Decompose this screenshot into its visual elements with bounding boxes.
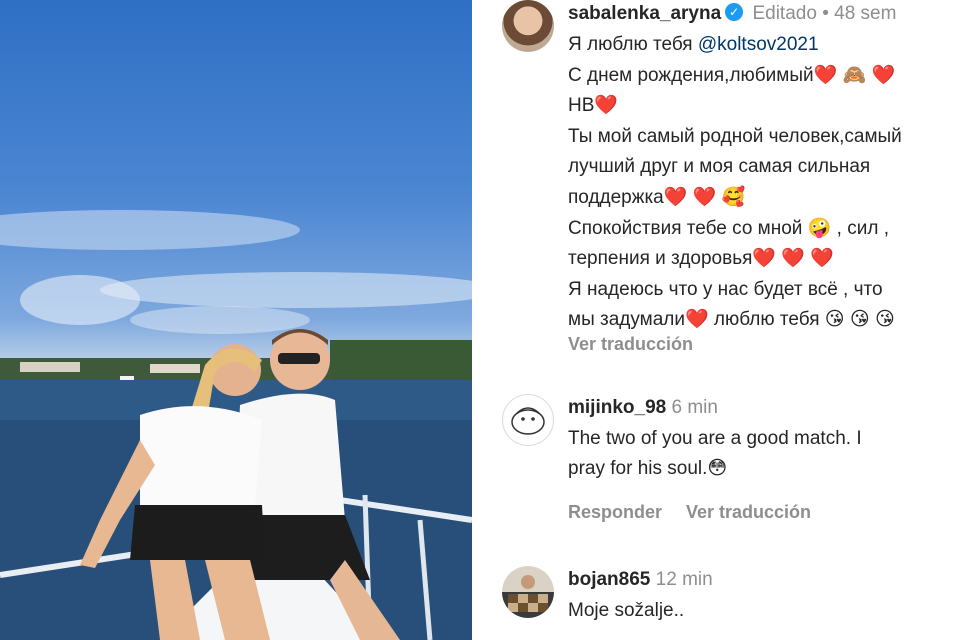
caption-text: Я люблю тебя <box>568 34 698 55</box>
caption-text: мы задумали <box>568 309 685 331</box>
heart-emoji: ❤️ <box>752 248 777 270</box>
commenter-avatar[interactable] <box>502 566 554 618</box>
heart-emoji: ❤️ <box>810 248 834 270</box>
caption-text: 🥰 <box>716 187 746 208</box>
caption-line: Ты мой самый родной человек,самый <box>568 122 902 152</box>
caption-text: 🤪 <box>807 217 832 239</box>
comment-text-line: The two of you are a good match. I <box>568 428 862 449</box>
post-author-row: sabalenka_aryna ✓ Editado • 48 sem <box>568 0 896 28</box>
chessboard-icon <box>508 575 548 612</box>
post-author-username[interactable]: sabalenka_aryna <box>568 3 721 24</box>
comments-panel: sabalenka_aryna ✓ Editado • 48 sem Я любл… <box>472 0 960 640</box>
heart-emoji: ❤️ <box>684 309 709 331</box>
comment-see-translation-link[interactable]: Ver traducción <box>686 502 811 523</box>
caption-line: С днем рождения,любимый❤️ 🙈 ❤️ <box>568 61 895 91</box>
caption-text: терпения и здоровья <box>568 248 753 270</box>
caption-line: терпения и здоровья❤️ ❤️ ❤️ <box>568 244 834 274</box>
caption-text: Спокойствия тебе со мной <box>568 217 808 239</box>
heart-emoji: ❤️ <box>781 248 806 270</box>
post-photo <box>0 0 472 640</box>
heart-emoji: ❤️ <box>692 187 717 208</box>
caption-text: Я надеюсь что у нас будет всё , что <box>568 278 883 300</box>
edited-label: Editado <box>752 3 817 24</box>
comment-header: bojan865 12 min <box>568 566 713 594</box>
comment-time[interactable]: 6 min <box>672 397 718 418</box>
heart-emoji: ❤️ <box>663 187 688 208</box>
mention-link[interactable]: @koltsov2021 <box>698 34 819 55</box>
caption-text: 🙈 <box>837 64 872 86</box>
caption-text: Ты мой самый родной человек,самый <box>568 125 902 147</box>
caption-text: , сил , <box>831 217 889 239</box>
caption-text: поддержка <box>568 187 664 208</box>
caption-text: НВ <box>568 95 595 117</box>
commenter-avatar[interactable] <box>502 394 554 446</box>
caption-line: Спокойствия тебе со мной 🤪 , сил , <box>568 214 889 244</box>
caption-text: С днем рождения,любимый <box>568 64 814 86</box>
caption-text: лучший друг и моя самая сильная <box>568 156 871 178</box>
post-see-translation-link[interactable]: Ver traducción <box>568 334 693 355</box>
author-avatar[interactable] <box>502 0 554 52</box>
heart-emoji: ❤️ <box>813 64 838 86</box>
verified-badge-icon: ✓ <box>725 3 744 22</box>
comment-text-line: Moje sožalje.. <box>568 600 685 621</box>
comment-username[interactable]: bojan865 <box>568 569 650 590</box>
comment-username[interactable]: mijinko_98 <box>568 397 666 418</box>
sheep-logo-icon <box>511 407 545 435</box>
caption-line: поддержка❤️ ❤️ 🥰 <box>568 183 745 213</box>
caption-line: НВ❤️ <box>568 91 618 121</box>
caption-text: люблю тебя <box>708 309 825 331</box>
post-time[interactable]: 48 sem <box>834 3 896 24</box>
comment-text-line: pray for his soul.😳 <box>568 458 728 479</box>
photo-scene <box>0 210 472 640</box>
caption-line: мы задумали❤️ люблю тебя 😘 😘 😘 <box>568 305 895 335</box>
heart-emoji: ❤️ <box>594 95 619 117</box>
caption-line: Я люблю тебя @koltsov2021 <box>568 30 819 60</box>
comment-header: mijinko_98 6 min <box>568 394 718 422</box>
meta-separator: • <box>822 3 829 24</box>
reply-button[interactable]: Responder <box>568 502 662 523</box>
comment-time[interactable]: 12 min <box>656 569 713 590</box>
caption-text: 😘 😘 😘 <box>824 309 895 331</box>
caption-line: лучший друг и моя самая сильная <box>568 152 870 182</box>
caption-line: Я надеюсь что у нас будет всё , что <box>568 275 883 305</box>
heart-emoji: ❤️ <box>871 64 896 86</box>
